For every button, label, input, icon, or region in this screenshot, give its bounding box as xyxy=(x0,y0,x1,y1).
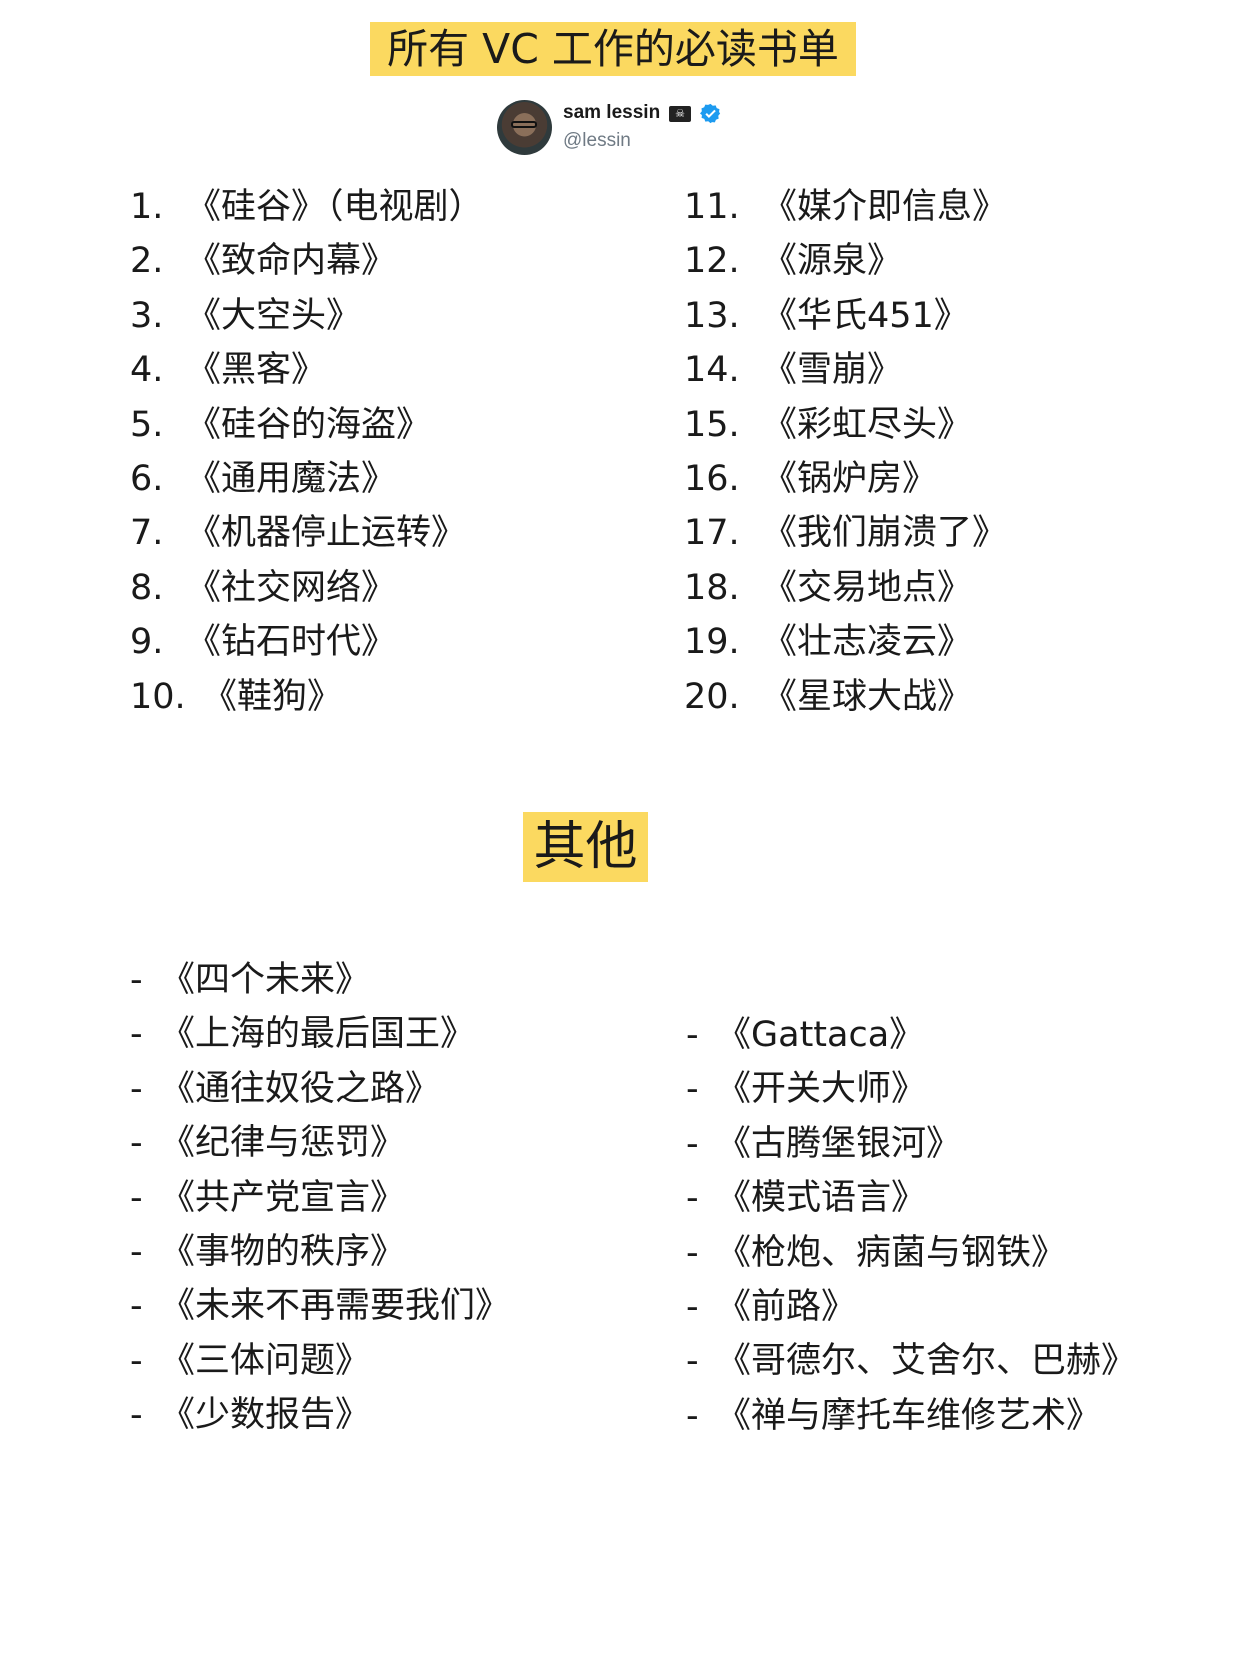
list-item: 18. 《交易地点》 xyxy=(684,567,973,608)
list-item: 14. 《雪崩》 xyxy=(684,350,903,391)
list-item: - 《纪律与惩罚》 xyxy=(130,1123,406,1164)
list-item: 4. 《黑客》 xyxy=(130,350,327,391)
list-item: - 《共产党宣言》 xyxy=(130,1177,406,1218)
page-title: 所有 VC 工作的必读书单 xyxy=(370,22,856,76)
list-item: - 《哥德尔、艾舍尔、巴赫》 xyxy=(686,1341,1137,1382)
list-item: - 《模式语言》 xyxy=(686,1178,927,1219)
list-item: - 《禅与摩托车维修艺术》 xyxy=(686,1395,1102,1436)
others-list-left: - 《四个未来》 - 《上海的最后国王》 - 《通往奴役之路》 - 《纪律与惩罚》 - 《… xyxy=(130,953,510,1443)
reading-list-right: 11. 《媒介即信息》 12. 《源泉》 13. 《华氏451》 14. 《雪崩》 15… xyxy=(684,180,1007,724)
list-item: 17. 《我们崩溃了》 xyxy=(684,513,1008,554)
others-list-right: - 《Gattaca》 - 《开关大师》 - 《古腾堡银河》 - 《模式语言》 - 《枪炮… xyxy=(686,1008,1136,1443)
list-item: 16. 《锅炉房》 xyxy=(684,458,938,499)
list-item: 3. 《大空头》 xyxy=(130,295,362,336)
author-card[interactable]: sam lessin ☠ @lessin xyxy=(497,100,737,156)
list-item: - 《未来不再需要我们》 xyxy=(130,1286,511,1327)
list-item: 6. 《通用魔法》 xyxy=(130,458,397,499)
list-item: - 《开关大师》 xyxy=(686,1069,927,1110)
list-item: - 《Gattaca》 xyxy=(686,1015,925,1055)
author-name[interactable]: sam lessin xyxy=(563,102,660,124)
list-item: 12. 《源泉》 xyxy=(684,241,903,282)
list-item: 13. 《华氏451》 xyxy=(684,295,969,336)
list-item: 1. 《硅谷》（电视剧） xyxy=(130,187,484,227)
author-badges: ☠ xyxy=(669,103,721,125)
pirate-flag-icon: ☠ xyxy=(669,105,691,122)
list-item: - 《少数报告》 xyxy=(130,1395,371,1436)
list-item: 19. 《壮志凌云》 xyxy=(684,622,973,663)
list-item: 7. 《机器停止运转》 xyxy=(130,513,467,554)
list-item: 11. 《媒介即信息》 xyxy=(684,187,1008,227)
list-item: 15. 《彩虹尽头》 xyxy=(684,404,973,445)
list-item: - 《四个未来》 xyxy=(130,960,371,1000)
list-item: 9. 《钻石时代》 xyxy=(130,622,397,663)
list-item: 20. 《星球大战》 xyxy=(684,676,973,717)
list-item: - 《三体问题》 xyxy=(130,1340,371,1381)
list-item: - 《前路》 xyxy=(686,1286,857,1327)
list-item: 10. 《鞋狗》 xyxy=(130,676,343,717)
reading-list-left: 1. 《硅谷》（电视剧） 2. 《致命内幕》 3. 《大空头》 4. 《黑客》 5. 《硅… xyxy=(130,180,484,724)
others-heading: 其他 xyxy=(523,812,648,882)
list-item: - 《枪炮、病菌与钢铁》 xyxy=(686,1232,1067,1273)
list-item: 2. 《致命内幕》 xyxy=(130,241,397,282)
list-item: 8. 《社交网络》 xyxy=(130,567,397,608)
avatar[interactable] xyxy=(497,100,552,155)
list-item: - 《通往奴役之路》 xyxy=(130,1068,441,1109)
list-item: 5. 《硅谷的海盗》 xyxy=(130,404,432,445)
list-item: - 《上海的最后国王》 xyxy=(130,1014,476,1055)
verified-badge-icon xyxy=(700,103,721,124)
list-item: - 《古腾堡银河》 xyxy=(686,1123,962,1164)
list-item: - 《事物的秩序》 xyxy=(130,1231,406,1272)
author-handle[interactable]: @lessin xyxy=(563,130,631,152)
